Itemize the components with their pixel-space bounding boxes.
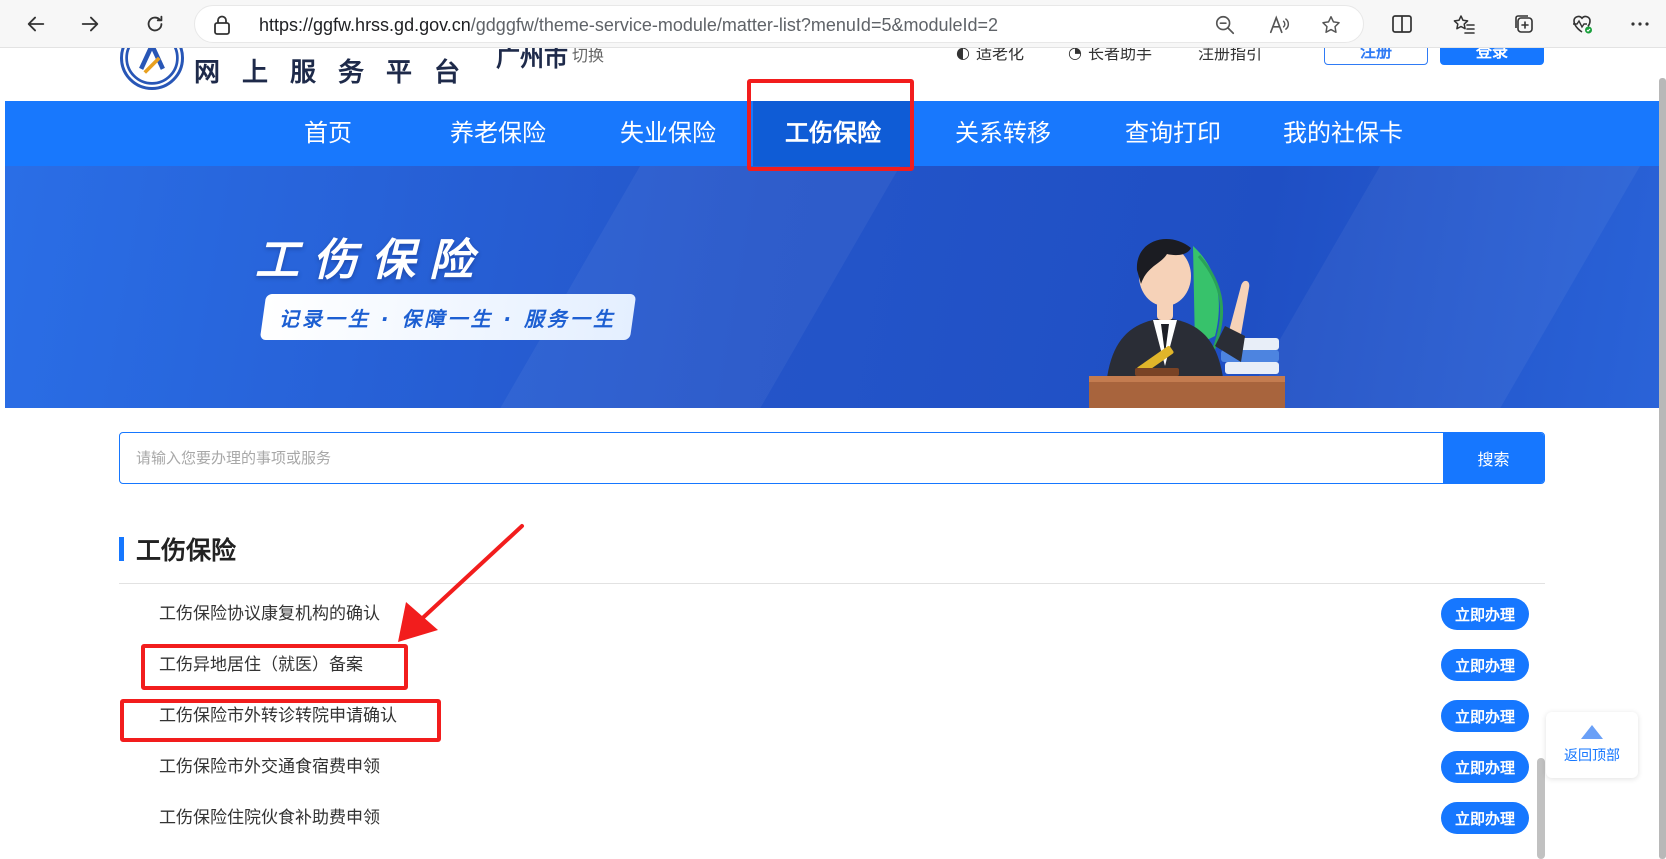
zoom-button[interactable]: [1213, 13, 1237, 37]
read-aloud-icon: [1269, 15, 1290, 34]
apply-now-button[interactable]: 立即办理: [1441, 598, 1529, 630]
matter-name[interactable]: 工伤保险市外交通食宿费申领: [159, 741, 380, 793]
collections-button[interactable]: [1510, 10, 1538, 38]
lock-icon: [214, 15, 230, 35]
favorites-button[interactable]: [1450, 10, 1478, 38]
list-item: 工伤保险市外交通食宿费申领 立即办理: [119, 741, 1535, 793]
section-accent-bar: [119, 537, 124, 561]
nav-pension-insurance[interactable]: 养老保险: [413, 101, 583, 166]
nav-relation-transfer[interactable]: 关系转移: [918, 101, 1088, 166]
register-guide-link[interactable]: 注册指引: [1198, 48, 1262, 64]
list-item: 工伤保险协议康复机构的确认 立即办理: [119, 588, 1535, 640]
favorites-list-icon: [1453, 15, 1475, 34]
section-title: 工伤保险: [136, 536, 237, 565]
banner-slogan-text: 记录一生 · 保障一生 · 服务一生: [279, 306, 617, 331]
section-divider: [119, 583, 1545, 584]
login-button[interactable]: 登录: [1440, 48, 1544, 65]
logo-emblem-icon: [125, 48, 179, 85]
assistant-icon: ◔: [1068, 48, 1082, 62]
nav-query-print[interactable]: 查询打印: [1088, 101, 1258, 166]
split-screen-icon: [1392, 15, 1412, 33]
apply-now-button[interactable]: 立即办理: [1441, 751, 1529, 783]
search-button[interactable]: 搜索: [1443, 433, 1544, 483]
read-aloud-button[interactable]: [1267, 13, 1291, 37]
annotation-highlight-item: [141, 644, 408, 690]
collections-icon: [1515, 15, 1533, 33]
annotation-arrow-icon: [398, 524, 524, 642]
hero-banner: 工伤保险 记录一生 · 保障一生 · 服务一生: [5, 166, 1659, 408]
settings-more-button[interactable]: [1626, 10, 1654, 38]
refresh-icon: [147, 15, 163, 32]
elderly-mode-label: 适老化: [975, 48, 1024, 63]
nav-my-social-card[interactable]: 我的社保卡: [1258, 101, 1428, 166]
site-logo[interactable]: [120, 48, 184, 90]
forward-button[interactable]: [72, 6, 108, 42]
matter-name[interactable]: 工伤保险住院伙食补助费申领: [159, 792, 380, 844]
back-to-top-button[interactable]: 返回顶部: [1546, 712, 1638, 778]
back-to-top-label: 返回顶部: [1564, 748, 1620, 764]
heart-pulse-icon: [1573, 15, 1592, 34]
senior-assistant-link[interactable]: ◔ 长者助手: [1068, 48, 1152, 64]
back-button[interactable]: [18, 6, 54, 42]
star-icon: [1322, 16, 1340, 33]
nav-unemployment-insurance[interactable]: 失业保险: [583, 101, 753, 166]
lawyer-illustration: [1089, 239, 1285, 408]
apply-now-button[interactable]: 立即办理: [1441, 649, 1529, 681]
url-host: https://ggfw.hrss.gd.gov.cn: [259, 15, 471, 35]
banner-slogan: 记录一生 · 保障一生 · 服务一生: [259, 294, 637, 340]
section-heading: 工伤保险: [119, 536, 236, 565]
url-text[interactable]: https://ggfw.hrss.gd.gov.cn/gdggfw/theme…: [259, 6, 998, 44]
apply-now-button[interactable]: 立即办理: [1441, 700, 1529, 732]
search-input[interactable]: [120, 433, 1442, 483]
page-scrollbar[interactable]: [1659, 78, 1666, 859]
elderly-icon: ◐: [956, 48, 970, 62]
zoom-out-icon: [1215, 15, 1235, 35]
list-scrollbar-thumb[interactable]: [1537, 758, 1545, 859]
annotation-highlight-item: [120, 699, 441, 742]
url-path: /gdggfw/theme-service-module/matter-list…: [470, 15, 999, 35]
current-city: 广州市: [496, 48, 568, 72]
matter-search-box: 搜索: [119, 432, 1545, 484]
annotation-highlight-nav: [747, 79, 914, 171]
nav-home[interactable]: 首页: [243, 101, 413, 166]
platform-name: 网上服务平台: [194, 58, 483, 88]
register-guide-label: 注册指引: [1198, 48, 1263, 63]
browser-essentials-button[interactable]: [1568, 10, 1596, 38]
banner-decoration: [466, 166, 924, 408]
switch-city-link[interactable]: 切换: [572, 48, 604, 66]
matter-name[interactable]: 工伤保险协议康复机构的确认: [159, 588, 380, 640]
elderly-mode-link[interactable]: ◐ 适老化: [956, 48, 1024, 64]
register-button[interactable]: 注册: [1324, 48, 1428, 65]
apply-now-button[interactable]: 立即办理: [1441, 802, 1529, 834]
banner-title: 工伤保险: [255, 235, 487, 286]
favorite-button[interactable]: [1319, 13, 1343, 37]
web-page: 网上服务平台 广州市 切换 ◐ 适老化 ◔ 长者助手 注册指引 注册 登录 首页…: [0, 48, 1666, 859]
arrow-right-icon: [81, 16, 99, 32]
senior-assistant-label: 长者助手: [1087, 48, 1152, 63]
browser-toolbar: https://ggfw.hrss.gd.gov.cn/gdggfw/theme…: [0, 0, 1666, 48]
split-screen-button[interactable]: [1388, 10, 1416, 38]
list-item: 工伤保险住院伙食补助费申领 立即办理: [119, 792, 1535, 844]
more-icon: [1631, 22, 1649, 26]
address-bar[interactable]: https://ggfw.hrss.gd.gov.cn/gdggfw/theme…: [194, 5, 1364, 43]
arrow-left-icon: [27, 16, 45, 32]
arrow-up-icon: [1581, 725, 1603, 739]
refresh-button[interactable]: [137, 6, 173, 42]
